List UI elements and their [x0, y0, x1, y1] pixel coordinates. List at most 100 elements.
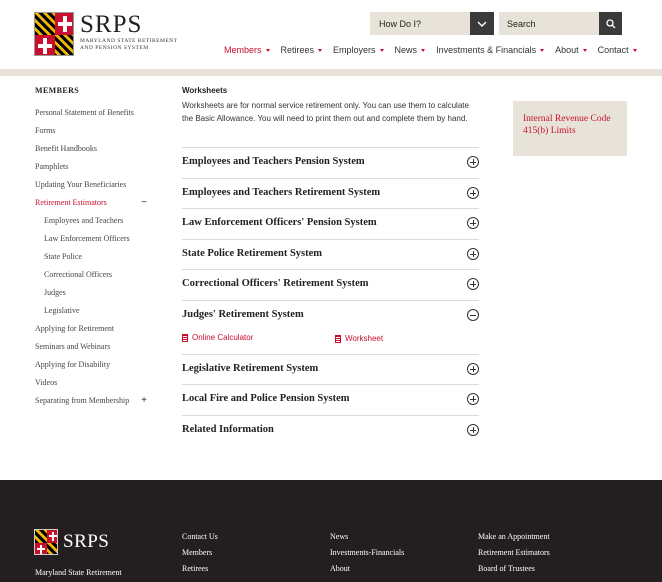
maryland-flag-icon [34, 12, 74, 56]
sidebar-item-updating-beneficiaries[interactable]: Updating Your Beneficiaries [35, 180, 153, 190]
footer-link-investments[interactable]: Investments-Financials [330, 548, 404, 564]
sidebar-item-videos[interactable]: Videos [35, 378, 153, 388]
sidebar-subitem-legislative[interactable]: Legislative [35, 306, 153, 316]
accordion-title: Legislative Retirement System [182, 363, 319, 374]
logo-subtitle-line1: MARYLAND STATE RETIREMENT [80, 38, 178, 44]
calculator-icon [182, 333, 188, 342]
search-button[interactable] [599, 12, 622, 35]
plus-circle-icon[interactable] [467, 156, 479, 168]
footer-link-members[interactable]: Members [182, 548, 218, 564]
how-do-i-dropdown[interactable]: How Do I? [370, 12, 494, 35]
footer-link-retirees[interactable]: Retirees [182, 564, 218, 580]
sidebar-item-forms[interactable]: Forms [35, 126, 153, 136]
accordion-title: State Police Retirement System [182, 248, 323, 259]
footer-link-contact-us[interactable]: Contact Us [182, 532, 218, 548]
accordion-title: Local Fire and Police Pension System [182, 393, 350, 404]
sidebar-item-retirement-estimators[interactable]: Retirement Estimators − [35, 198, 153, 208]
main-nav: Members Retirees Employers News Investme… [224, 45, 648, 55]
sidebar-heading: MEMBERS [35, 86, 80, 95]
sidebar-item-applying-disability[interactable]: Applying for Disability [35, 360, 153, 370]
sidebar-item-personal-statement[interactable]: Personal Statement of Benefits [35, 108, 153, 118]
nav-retirees[interactable]: Retirees [281, 45, 323, 55]
nav-investments[interactable]: Investments & Financials [436, 45, 545, 55]
nav-members[interactable]: Members [224, 45, 270, 55]
footer-column-1: Contact Us Members Retirees [182, 532, 218, 580]
caret-down-icon [379, 48, 384, 52]
accordion-title: Related Information [182, 424, 274, 435]
accordion-item[interactable]: State Police Retirement System [182, 239, 479, 269]
plus-circle-icon[interactable] [467, 187, 479, 199]
sidebar-item-benefit-handbooks[interactable]: Benefit Handbooks [35, 144, 153, 154]
footer-logo[interactable]: SRPS [34, 529, 109, 555]
footer-link-news[interactable]: News [330, 532, 404, 548]
caret-down-icon [421, 48, 426, 52]
irs-415b-box[interactable]: Internal Revenue Code 415(b) Limits [513, 101, 627, 156]
footer-link-appointment[interactable]: Make an Appointment [478, 532, 550, 548]
accordion-item[interactable]: Local Fire and Police Pension System [182, 384, 479, 415]
sidebar-subitem-correctional[interactable]: Correctional Officers [35, 270, 153, 280]
plus-circle-icon[interactable] [467, 217, 479, 229]
minus-icon[interactable]: − [141, 198, 147, 208]
accordion-title: Judges' Retirement System [182, 309, 304, 320]
accordion-item[interactable]: Correctional Officers' Retirement System [182, 269, 479, 300]
accordion-title: Law Enforcement Officers' Pension System [182, 217, 377, 228]
sidebar-item-seminars-webinars[interactable]: Seminars and Webinars [35, 342, 153, 352]
online-calculator-link[interactable]: Online Calculator [182, 333, 253, 342]
srps-logo[interactable]: SRPS MARYLAND STATE RETIREMENT and PENSI… [34, 12, 178, 56]
plus-circle-icon[interactable] [467, 424, 479, 436]
logo-subtitle-line2: and PENSION SYSTEM [80, 45, 149, 51]
footer-column-2: News Investments-Financials About [330, 532, 404, 580]
sidebar-subitem-employees-teachers[interactable]: Employees and Teachers [35, 216, 153, 226]
site-header: SRPS MARYLAND STATE RETIREMENT and PENSI… [0, 0, 662, 70]
accordion-item[interactable]: Legislative Retirement System [182, 354, 479, 384]
nav-news[interactable]: News [395, 45, 426, 55]
chevron-down-icon[interactable] [470, 12, 494, 35]
maryland-flag-icon [34, 529, 58, 555]
search-input[interactable] [499, 18, 599, 29]
footer-link-retirement-estimators[interactable]: Retirement Estimators [478, 548, 550, 564]
plus-circle-icon[interactable] [467, 248, 479, 260]
plus-circle-icon[interactable] [467, 278, 479, 290]
nav-about[interactable]: About [555, 45, 587, 55]
plus-icon[interactable]: + [141, 396, 147, 406]
plus-circle-icon[interactable] [467, 393, 479, 405]
worksheet-link[interactable]: Worksheet [335, 334, 383, 343]
sidebar-item-applying-retirement[interactable]: Applying for Retirement [35, 324, 153, 334]
accordion-item[interactable]: Related Information [182, 415, 479, 446]
accordion-item[interactable]: Employees and Teachers Pension System [182, 147, 479, 178]
sidebar-item-pamphlets[interactable]: Pamphlets [35, 162, 153, 172]
accordion-item[interactable]: Employees and Teachers Retirement System [182, 178, 479, 208]
footer-column-3: Make an Appointment Retirement Estimator… [478, 532, 550, 580]
search-icon [605, 18, 615, 28]
caret-down-icon [318, 48, 323, 52]
accordion-title: Employees and Teachers Retirement System [182, 187, 381, 198]
footer-link-about[interactable]: About [330, 564, 404, 580]
sidebar-subitem-judges[interactable]: Judges [35, 288, 153, 298]
sidebar-item-separating-membership[interactable]: Separating from Membership + [35, 396, 153, 406]
footer-logo-wordmark: SRPS [63, 531, 110, 552]
pdf-file-icon [335, 334, 341, 343]
page-title: Worksheets [182, 86, 228, 95]
irs-415b-link[interactable]: Internal Revenue Code 415(b) Limits [523, 113, 617, 137]
site-footer: SRPS Maryland State Retirement Contact U… [0, 480, 662, 582]
footer-org-name: Maryland State Retirement [35, 568, 122, 577]
footer-link-board-trustees[interactable]: Board of Trustees [478, 564, 550, 580]
accordion-title: Employees and Teachers Pension System [182, 156, 365, 167]
caret-down-icon [540, 48, 545, 52]
accordion-item-expanded[interactable]: Judges' Retirement System Online Calcula… [182, 300, 479, 354]
nav-employers[interactable]: Employers [333, 45, 384, 55]
logo-wordmark: SRPS [80, 11, 143, 38]
sidebar-subitem-state-police[interactable]: State Police [35, 252, 153, 262]
search-box [499, 12, 622, 35]
main-content: Worksheets Worksheets are for normal ser… [182, 86, 479, 125]
page-description: Worksheets are for normal service retire… [182, 101, 469, 123]
accordion-item[interactable]: Law Enforcement Officers' Pension System [182, 208, 479, 239]
caret-down-icon [582, 48, 587, 52]
minus-circle-icon[interactable] [467, 309, 479, 321]
caret-down-icon [265, 48, 270, 52]
sidebar-subitem-law-enforcement[interactable]: Law Enforcement Officers [35, 234, 153, 244]
members-sidebar: MEMBERS Personal Statement of Benefits F… [35, 86, 153, 406]
plus-circle-icon[interactable] [467, 363, 479, 375]
nav-contact[interactable]: Contact [598, 45, 637, 55]
header-divider-band [0, 69, 662, 76]
